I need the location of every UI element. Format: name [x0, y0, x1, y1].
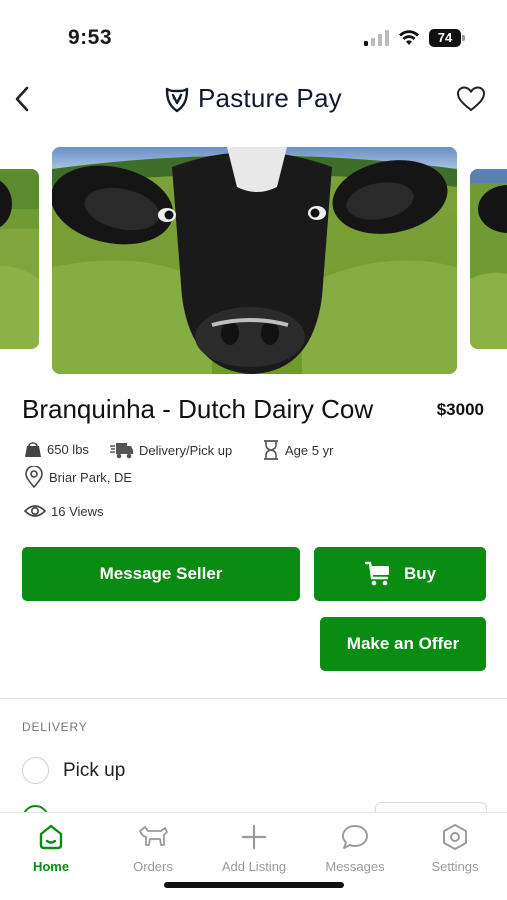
- status-time: 9:53: [68, 26, 113, 49]
- delivery-section-label: DELIVERY: [22, 720, 88, 734]
- tab-add-listing[interactable]: Add Listing: [209, 823, 299, 874]
- chat-bubble-icon: [342, 825, 368, 849]
- make-offer-label: Make an Offer: [346, 634, 460, 653]
- section-divider: [0, 698, 507, 699]
- cow-photo[interactable]: [52, 147, 457, 374]
- chevron-left-icon: [15, 86, 29, 112]
- tab-label: Orders: [133, 859, 173, 874]
- tab-messages[interactable]: Messages: [310, 823, 400, 874]
- cellular-signal-icon: [364, 30, 389, 46]
- views-info: 16 Views: [24, 502, 104, 520]
- delivery-info: Delivery/Pick up: [110, 440, 232, 460]
- delivery-value: Delivery/Pick up: [139, 442, 233, 458]
- plus-icon: [241, 824, 267, 850]
- delivery-option-label: Pick up: [63, 759, 126, 781]
- age-value: Age 5 yr: [285, 442, 334, 458]
- listing-price: $3000: [436, 400, 484, 419]
- tab-orders[interactable]: Orders: [108, 823, 198, 874]
- eye-icon: [24, 505, 46, 517]
- home-indicator: [164, 882, 344, 888]
- settings-hexagon-icon: [443, 824, 467, 850]
- delivery-option-pickup[interactable]: Pick up: [22, 757, 125, 784]
- cow-photo-thumbnail: [470, 169, 507, 349]
- carousel-prev-image[interactable]: [0, 169, 39, 349]
- status-bar: 9:53 74: [0, 0, 507, 70]
- brand: Pasture Pay: [164, 83, 342, 114]
- weight-info: 650 lbs: [24, 440, 89, 458]
- brand-name: Pasture Pay: [198, 83, 342, 113]
- image-carousel[interactable]: [0, 147, 507, 375]
- message-seller-button[interactable]: Message Seller: [22, 547, 300, 601]
- tab-label: Home: [32, 859, 70, 874]
- cow-photo-thumbnail: [0, 169, 39, 349]
- listing-title: Branquinha - Dutch Dairy Cow: [22, 394, 374, 424]
- hourglass-icon: [264, 440, 278, 460]
- delivery-truck-icon: [110, 443, 133, 459]
- home-icon: [39, 824, 63, 850]
- cow-photo-image: [52, 147, 457, 374]
- favorite-button[interactable]: [454, 81, 488, 117]
- tab-settings[interactable]: Settings: [410, 823, 500, 874]
- tab-label: Add Listing: [221, 859, 287, 874]
- message-seller-label: Message Seller: [99, 564, 223, 583]
- shopping-cart-icon: [364, 561, 389, 586]
- app-header: Pasture Pay: [0, 75, 507, 125]
- age-info: Age 5 yr: [262, 440, 333, 460]
- buy-label: Buy: [403, 564, 437, 583]
- location-info: Briar Park, DE: [24, 466, 132, 488]
- weight-bag-icon: [25, 442, 41, 457]
- location-pin-icon: [25, 466, 43, 488]
- battery-cap: [462, 35, 465, 41]
- buy-button[interactable]: Buy: [314, 547, 486, 601]
- listing-title-row: Branquinha - Dutch Dairy Cow $3000: [22, 394, 492, 430]
- heart-outline-icon: [456, 86, 486, 112]
- cow-shield-icon: [165, 87, 189, 112]
- battery-level: 74: [429, 29, 461, 47]
- tab-label: Settings: [431, 859, 479, 874]
- carousel-next-image[interactable]: [470, 169, 507, 349]
- cow-icon: [139, 826, 168, 846]
- wifi-icon: [399, 30, 419, 45]
- location-value: Briar Park, DE: [49, 469, 133, 485]
- make-offer-button[interactable]: Make an Offer: [320, 617, 486, 671]
- views-value: 16 Views: [51, 503, 104, 519]
- radio-button[interactable]: [22, 757, 49, 784]
- battery-indicator: 74: [429, 29, 465, 47]
- weight-value: 650 lbs: [47, 441, 89, 457]
- tab-home[interactable]: Home: [6, 823, 96, 874]
- back-button[interactable]: [8, 81, 36, 117]
- tab-label: Messages: [325, 859, 385, 874]
